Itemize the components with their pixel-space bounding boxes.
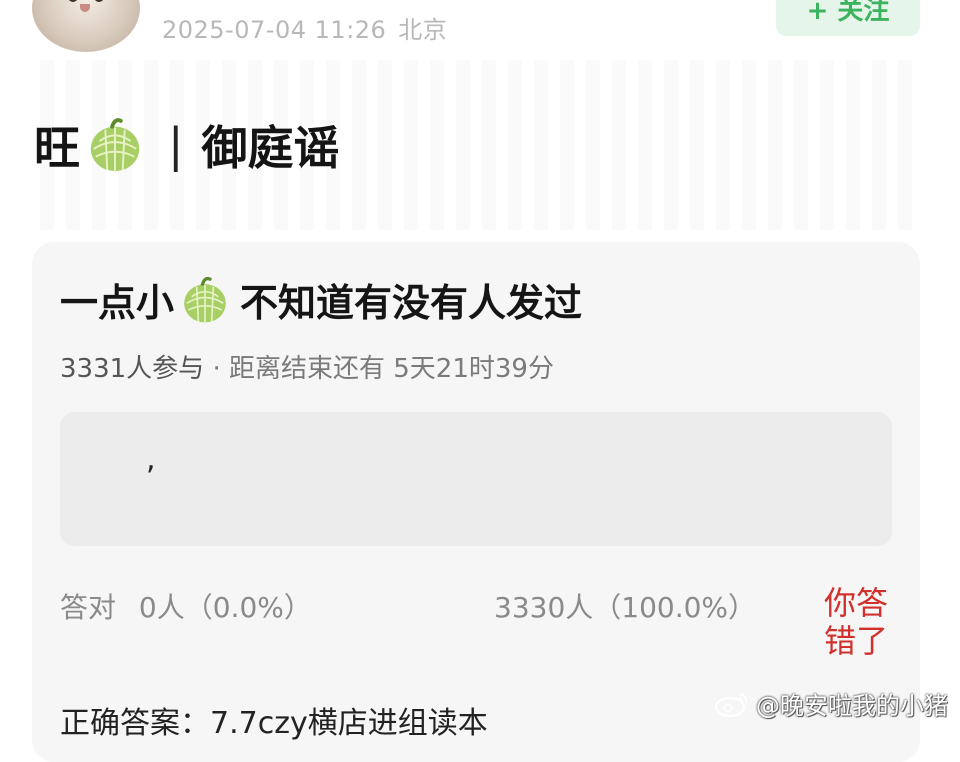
answer-text: ,	[146, 442, 156, 477]
avatar-eye	[94, 0, 104, 2]
post-title-prefix: 旺	[34, 121, 80, 175]
melon-icon	[86, 116, 144, 174]
poll-remaining-label: 距离结束还有	[228, 354, 385, 384]
correct-answer-label: 正确答案：	[60, 706, 210, 741]
watermark: @晚安啦我的小猪	[714, 686, 948, 721]
correct-answer-value: 7.7czy横店进组读本	[210, 706, 488, 741]
melon-icon	[180, 275, 230, 325]
poll-info-separator: ·	[212, 354, 221, 384]
poll-title-prefix: 一点小	[60, 281, 175, 325]
post-timestamp: 2025-07-04 11:26	[162, 16, 387, 44]
poll-remaining-time: 5天21时39分	[393, 354, 554, 384]
post-title: 旺 | 御庭谣	[34, 112, 340, 178]
answer-input[interactable]: ,	[60, 412, 892, 546]
avatar-eye	[68, 0, 78, 2]
avatar-mouth	[80, 4, 90, 12]
wrong-stats: 3330人（100.0%）	[494, 591, 757, 624]
correct-answer: 正确答案：7.7czy横店进组读本	[60, 698, 488, 742]
result-label: 你答错了	[824, 584, 889, 660]
follow-button[interactable]: + 关注	[776, 0, 920, 36]
correct-label: 答对	[60, 591, 117, 624]
poll-card: 一点小 不知道有没有人发过 3331人参与 · 距离结束还有 5天21时39分 …	[32, 242, 920, 762]
post-location: 北京	[398, 16, 448, 44]
weibo-icon	[714, 690, 750, 718]
post-title-suffix: 御庭谣	[201, 121, 340, 175]
post-meta: 2025-07-04 11:26 北京	[162, 10, 447, 45]
correct-count: 0人（0.0%）	[138, 591, 312, 624]
poll-info: 3331人参与 · 距离结束还有 5天21时39分	[60, 348, 554, 385]
post-title-separator: |	[168, 118, 184, 172]
watermark-text: @晚安啦我的小猪	[756, 692, 948, 720]
avatar[interactable]	[32, 0, 140, 52]
poll-title: 一点小 不知道有没有人发过	[60, 272, 582, 327]
poll-title-suffix: 不知道有没有人发过	[240, 281, 583, 325]
correct-stats: 答对 0人（0.0%）	[60, 586, 312, 626]
poll-participants: 3331人参与	[60, 354, 205, 384]
